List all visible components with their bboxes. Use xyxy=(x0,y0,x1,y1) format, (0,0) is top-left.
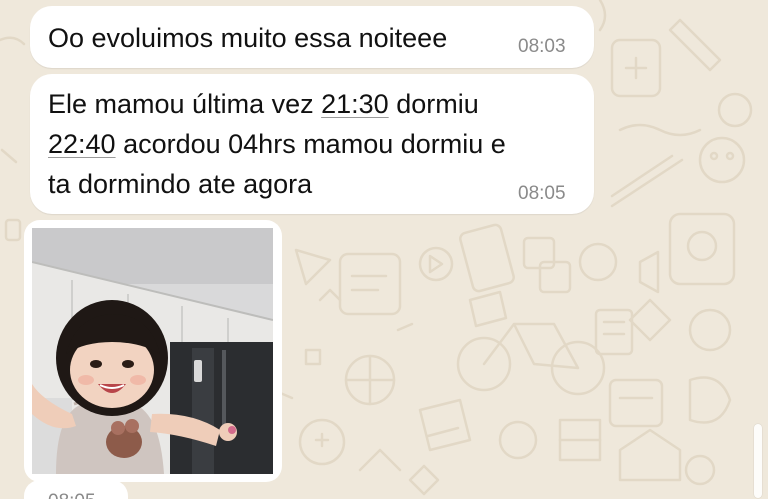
message-text-segment: acordou 04hrs mamou dormiu e xyxy=(115,129,506,159)
child-photo-image xyxy=(32,228,273,474)
time-link[interactable]: 22:40 xyxy=(48,129,116,159)
message-text: ta dormindo ate agora xyxy=(48,169,313,199)
time-link[interactable]: 21:30 xyxy=(321,89,389,119)
message-text: Ele mamou última vez 21:30 dormiu xyxy=(48,86,479,122)
message-timestamp: 08:05 xyxy=(518,183,566,204)
message-timestamp: 08:05 xyxy=(48,491,96,499)
message-text-segment: Ele mamou última vez xyxy=(48,89,322,119)
message-text-segment: dormiu xyxy=(388,89,479,119)
message-timestamp: 08:03 xyxy=(518,36,566,57)
message-text: 22:40 acordou 04hrs mamou dormiu e xyxy=(48,126,506,162)
chat-scrollbar[interactable] xyxy=(754,424,762,498)
message-text: Oo evoluimos muito essa noiteee xyxy=(48,23,448,53)
photo-thumbnail[interactable] xyxy=(32,228,273,474)
